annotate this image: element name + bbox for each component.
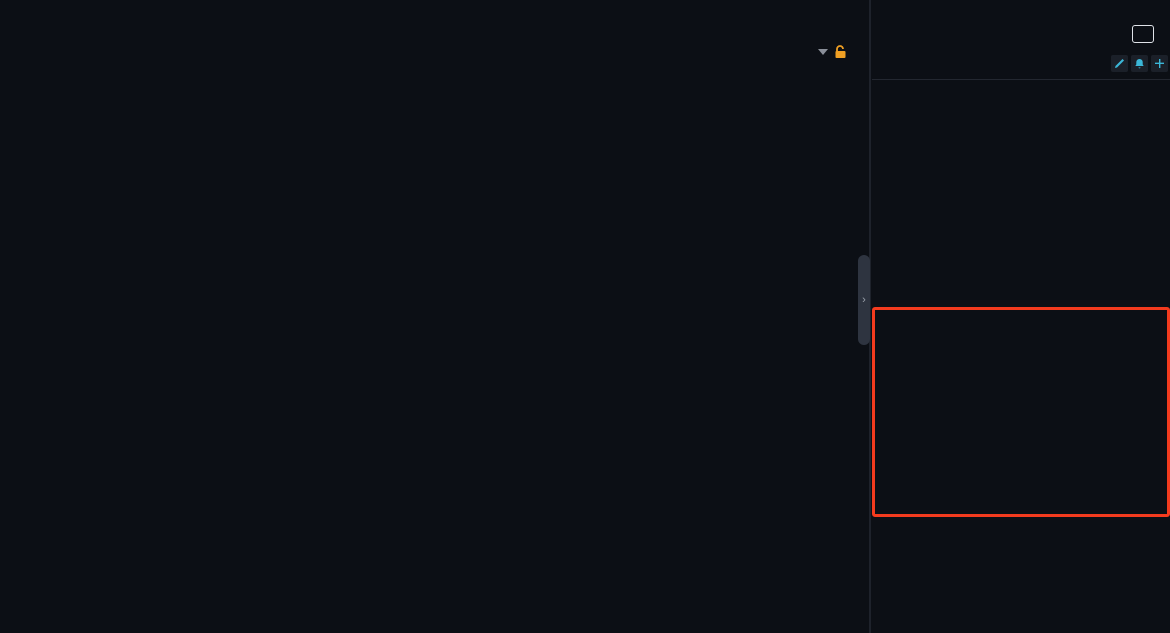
basic-info-section[interactable] xyxy=(872,612,1170,633)
edit-icon[interactable] xyxy=(1111,55,1128,72)
panel-collapse-handle[interactable]: › xyxy=(858,255,870,345)
quote-bar xyxy=(0,22,870,44)
add-icon[interactable] xyxy=(1151,55,1168,72)
candlestick-chart[interactable] xyxy=(0,0,870,633)
top-toolbar xyxy=(0,0,870,22)
chevron-down-icon[interactable] xyxy=(818,49,828,55)
stock-info-panel xyxy=(872,0,1170,633)
net-inflow-chart xyxy=(872,307,1170,517)
divider xyxy=(872,79,1170,80)
app-window: › xyxy=(0,0,1170,633)
unlock-icon[interactable] xyxy=(833,44,848,59)
quick-action-icons xyxy=(1108,55,1168,72)
ma-legend-bar xyxy=(0,44,870,60)
date-range-control[interactable] xyxy=(813,44,848,59)
alert-bell-icon[interactable] xyxy=(1131,55,1148,72)
